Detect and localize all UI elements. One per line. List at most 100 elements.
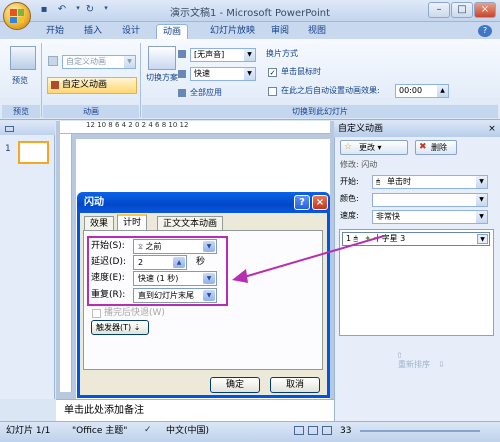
language[interactable]: 中文(中国) [166, 421, 209, 442]
tab-view[interactable]: 视图 [302, 24, 332, 39]
chevron-down-icon: ⇣ [133, 323, 141, 332]
on-click-label: 单击鼠标时 [281, 67, 321, 76]
ok-button[interactable]: 确定 [210, 377, 260, 393]
delete-icon: ✖ [419, 142, 427, 152]
transition-group-label: 切换到此幻灯片 [142, 105, 498, 118]
preview-group-label: 预览 [2, 105, 40, 118]
transition-scheme-icon[interactable] [148, 46, 176, 70]
speed-value: 非常快 [376, 212, 400, 221]
rewind-label: 播完后快退(W) [104, 308, 165, 318]
help-icon[interactable]: ? [478, 25, 492, 37]
transition-speed-dropdown[interactable]: 快速 ▼ [190, 67, 256, 81]
color-dropdown[interactable]: ▼ [372, 193, 488, 207]
dialog-close-button[interactable]: × [312, 195, 328, 210]
auto-after-checkbox[interactable] [268, 87, 277, 96]
cancel-button[interactable]: 取消 [270, 377, 320, 393]
sorter-view-icon[interactable] [308, 426, 318, 435]
transition-scheme-label[interactable]: 切换方案 [144, 72, 180, 86]
auto-after-label: 在此之后自动设置动画效果: [281, 86, 380, 95]
move-down-icon[interactable]: ⇩ [438, 360, 445, 369]
slide-number: 1 [5, 144, 11, 154]
chevron-down-icon: ▼ [476, 194, 487, 206]
chevron-down-icon[interactable]: ▼ [477, 234, 488, 244]
remove-effect-label: 删除 [431, 143, 447, 152]
preview-label[interactable]: 预览 [12, 74, 28, 88]
chevron-down-icon: ▼ [244, 68, 255, 80]
horizontal-ruler: 12 10 8 6 4 2 0 2 4 6 8 10 12 [60, 121, 330, 134]
vertical-ruler [60, 134, 72, 392]
speed-dropdown[interactable]: 非常快 ▼ [372, 210, 488, 224]
animation-item-name: 十字星 3 [373, 234, 406, 243]
slides-tab-icon[interactable] [5, 126, 14, 132]
slide-info: 幻灯片 1/1 [6, 426, 51, 436]
modify-label: 修改: 闪动 [340, 160, 378, 169]
start-label: 开始: [340, 177, 359, 186]
tab-review[interactable]: 审阅 [265, 24, 295, 39]
reorder-label: 重新排序 [398, 360, 430, 369]
auto-time-value: 00:00 [399, 86, 423, 95]
start-value: 单击时 [387, 177, 411, 186]
tab-slideshow[interactable]: 幻灯片放映 [204, 24, 261, 39]
chevron-down-icon: ▼ [244, 49, 255, 61]
tab-design[interactable]: 设计 [116, 24, 146, 39]
animation-group-label: 动画 [43, 105, 139, 118]
start-dropdown[interactable]: 单击时 ▼ [372, 175, 488, 189]
sound-icon [178, 50, 186, 58]
slideshow-view-icon[interactable] [322, 426, 332, 435]
highlight-box [87, 236, 228, 306]
sound-dropdown[interactable]: [无声音] ▼ [190, 48, 256, 62]
help-button[interactable]: ? [294, 195, 310, 210]
close-pane-icon[interactable]: × [486, 123, 498, 135]
custom-animation-icon [51, 81, 59, 89]
zoom-level[interactable]: 33 [340, 421, 351, 442]
trigger-button[interactable]: 触发器(T) ⇣ [91, 320, 149, 335]
animate-icon [48, 56, 58, 66]
office-button[interactable] [3, 2, 31, 30]
theme-name: "Office 主题" [72, 426, 128, 436]
effect-star-icon: ✦ [364, 234, 372, 243]
zoom-slider[interactable] [360, 430, 480, 432]
group-separator [140, 43, 141, 117]
apply-all-button[interactable]: 全部应用 [190, 86, 222, 100]
star-icon: ☆ [344, 142, 353, 152]
animate-dropdown-value: 自定义动画 [66, 57, 106, 66]
preview-icon[interactable] [10, 46, 36, 70]
custom-animation-button[interactable]: 自定义动画 [47, 77, 137, 94]
tab-insert[interactable]: 插入 [78, 24, 108, 39]
spellcheck-icon[interactable]: ✓ [144, 425, 154, 435]
transition-speed-value: 快速 [194, 69, 210, 78]
chevron-down-icon: ▼ [476, 211, 487, 223]
chevron-down-icon: ▼ [476, 176, 487, 188]
auto-time-input[interactable]: 00:00 ▲ [395, 84, 449, 98]
sound-value: [无声音] [194, 50, 225, 59]
tab-animations[interactable]: 动画 [156, 24, 189, 39]
office-logo-icon [10, 9, 24, 23]
on-click-checkbox[interactable]: ✓ [268, 68, 277, 77]
tab-timing[interactable]: 计时 [117, 214, 148, 231]
animation-item-index: 1 [346, 234, 352, 243]
animate-dropdown[interactable]: 自定义动画 ▼ [62, 55, 136, 69]
trigger-label: 触发器(T) [96, 323, 132, 332]
slide-thumbnail[interactable] [18, 141, 49, 164]
tab-effect[interactable]: 效果 [84, 216, 115, 231]
advance-slide-label: 换片方式 [266, 49, 298, 58]
close-button[interactable]: × [474, 2, 496, 18]
rewind-checkbox[interactable] [92, 309, 101, 318]
normal-view-icon[interactable] [294, 426, 304, 435]
speed-label: 速度: [340, 211, 359, 220]
window-title: 演示文稿1 - Microsoft PowerPoint [169, 8, 331, 19]
tab-home[interactable]: 开始 [40, 24, 70, 39]
mouse-icon: 🖱 [353, 235, 358, 243]
speed-icon [178, 70, 186, 78]
animation-list-item[interactable]: 1 🖱 ✦ 十字星 3 [342, 232, 490, 246]
mouse-icon: 🖱 [376, 178, 381, 186]
notes-pane[interactable]: 单击此处添加备注 [56, 399, 334, 421]
apply-all-icon [178, 89, 186, 97]
change-effect-label: 更改 [359, 143, 375, 152]
minimize-button[interactable]: – [428, 2, 450, 18]
custom-animation-label: 自定义动画 [62, 80, 108, 90]
tab-text-animation[interactable]: 正文文本动画 [157, 216, 224, 231]
task-pane-title: 自定义动画 [334, 121, 500, 137]
maximize-button[interactable]: □ [451, 2, 473, 18]
group-separator [41, 43, 42, 117]
